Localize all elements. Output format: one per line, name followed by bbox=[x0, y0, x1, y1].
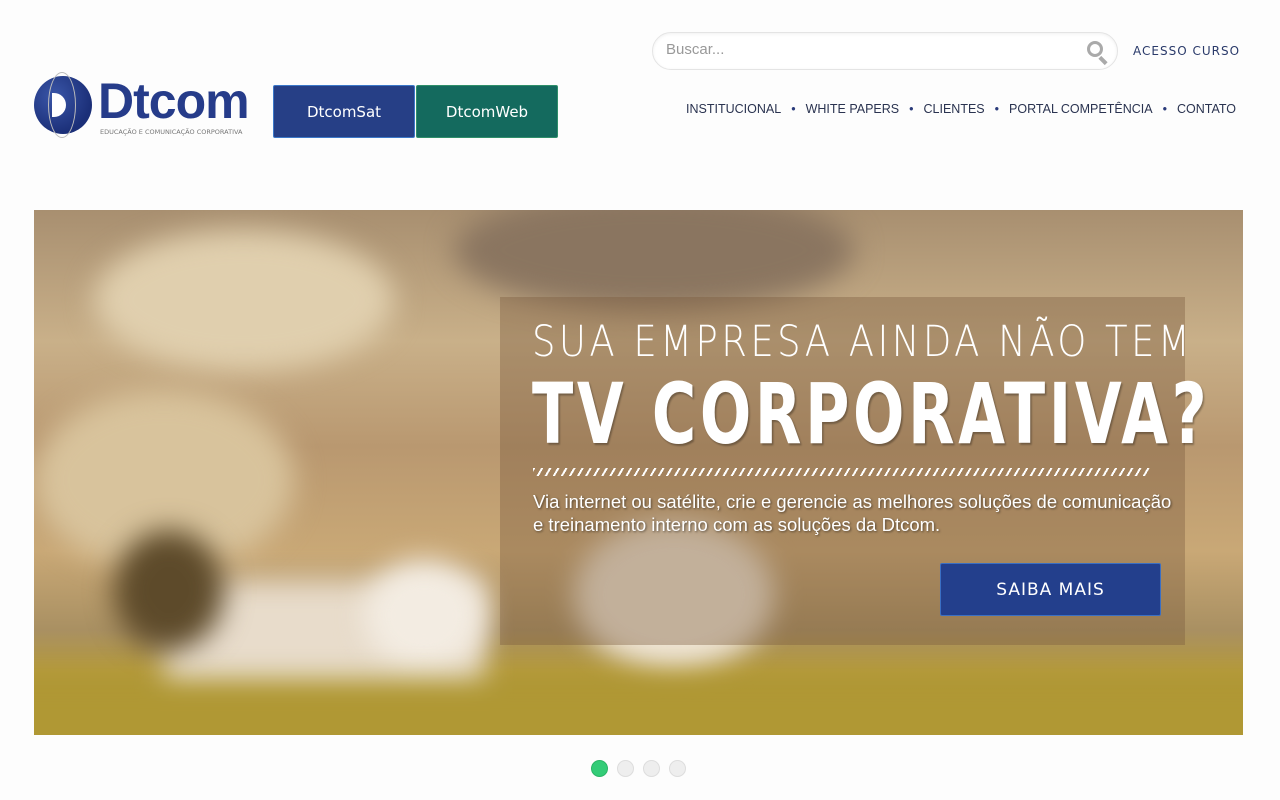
hero-headline-line2: TV CORPORATIVA? bbox=[532, 365, 1211, 463]
slider-dot-2[interactable] bbox=[617, 760, 634, 777]
hero-headline-line1: SUA EMPRESA AINDA NÃO TEM bbox=[532, 317, 1194, 367]
nav-portal-competencia[interactable]: PORTAL COMPETÊNCIA bbox=[1009, 102, 1153, 116]
hero-banner[interactable]: SUA EMPRESA AINDA NÃO TEM TV CORPORATIVA… bbox=[34, 210, 1243, 735]
saiba-mais-button[interactable]: SAIBA MAIS bbox=[940, 563, 1161, 616]
hero-description: Via internet ou satélite, crie e gerenci… bbox=[533, 491, 1172, 535]
main-nav: INSTITUCIONAL • WHITE PAPERS • CLIENTES • P… bbox=[686, 102, 1236, 116]
acesso-curso-link[interactable]: ACESSO CURSO bbox=[1133, 44, 1240, 58]
grass bbox=[34, 680, 1243, 735]
nav-separator: • bbox=[909, 102, 914, 116]
dtcomweb-button[interactable]: DtcomWeb bbox=[416, 85, 558, 138]
globe-logo-icon bbox=[34, 72, 92, 138]
slider-dot-1[interactable] bbox=[591, 760, 608, 777]
hero-caption-panel: SUA EMPRESA AINDA NÃO TEM TV CORPORATIVA… bbox=[500, 297, 1207, 645]
dtcomsat-button[interactable]: DtcomSat bbox=[273, 85, 415, 138]
logo-wordmark: Dtcom bbox=[98, 73, 250, 129]
nav-separator: • bbox=[791, 102, 796, 116]
nav-clientes[interactable]: CLIENTES bbox=[924, 102, 985, 116]
slider-pagination bbox=[591, 760, 686, 777]
search-icon[interactable] bbox=[1087, 41, 1103, 57]
slider-dot-3[interactable] bbox=[643, 760, 660, 777]
cloud bbox=[454, 210, 854, 310]
nav-contato[interactable]: CONTATO bbox=[1177, 102, 1236, 116]
decorative-divider bbox=[533, 468, 1151, 476]
nav-separator: • bbox=[994, 102, 1000, 116]
cloud bbox=[94, 230, 394, 370]
slider-dot-4[interactable] bbox=[669, 760, 686, 777]
dish bbox=[364, 560, 484, 670]
dtcom-logo[interactable]: Dtcom EDUCAÇÃO E COMUNICAÇÃO CORPORATIVA bbox=[34, 72, 264, 142]
logo-tagline: EDUCAÇÃO E COMUNICAÇÃO CORPORATIVA bbox=[100, 128, 243, 136]
nav-white-papers[interactable]: WHITE PAPERS bbox=[806, 102, 900, 116]
nav-institucional[interactable]: INSTITUCIONAL bbox=[686, 102, 781, 116]
nav-separator: • bbox=[1162, 102, 1167, 116]
search-box bbox=[652, 32, 1118, 70]
search-input[interactable] bbox=[666, 41, 1066, 58]
tree bbox=[114, 530, 224, 650]
